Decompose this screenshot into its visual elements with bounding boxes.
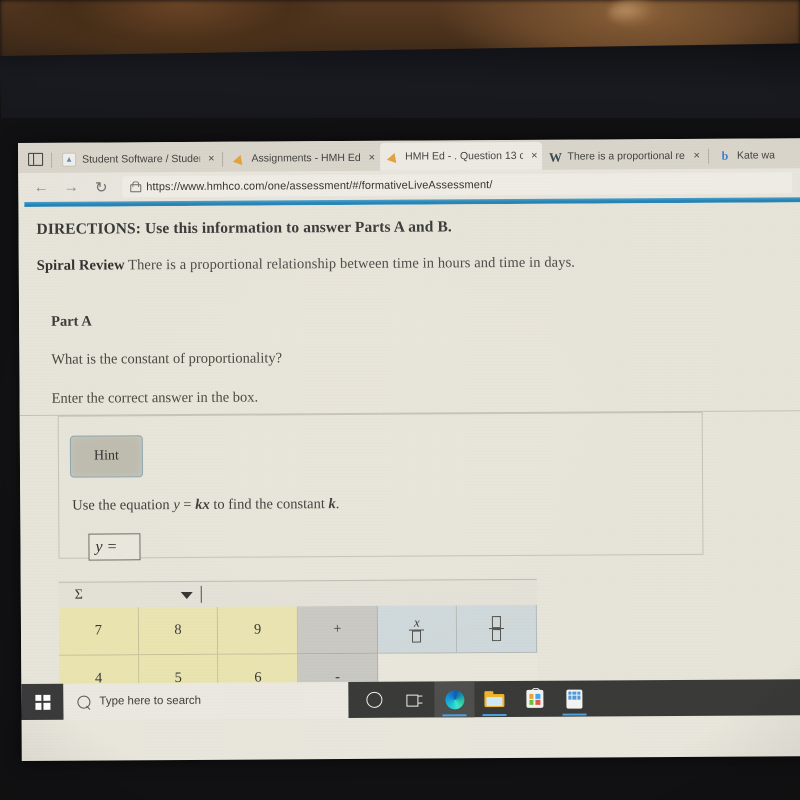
hint-text-end: . [335,496,340,513]
key-7[interactable]: 7 [58,607,139,656]
tab-divider [222,151,224,167]
close-icon[interactable]: × [369,151,376,163]
browser-tab-2-title: Assignments - HMH Ed [251,151,361,165]
key-9[interactable]: 9 [218,606,299,655]
answer-input[interactable]: y = [88,533,141,561]
instruction-text: Enter the correct answer in the box. [51,389,259,407]
browser-tab-4[interactable]: W There is a proportional relatio × [542,143,705,170]
url-input[interactable]: https://www.hmhco.com/one/assessment/#/f… [122,172,793,198]
tab-divider [51,152,53,168]
taskbar-icons [348,679,800,718]
browser-tab-4-title: There is a proportional relatio [567,149,686,163]
hint-expr-kx: kx [195,496,210,513]
task-view-icon[interactable] [394,681,434,717]
key-fraction-box-over-box[interactable] [457,604,538,654]
browser-tab-1-title: Student Software / Student L [82,152,201,166]
spiral-review-text: Spiral Review There is a proportional re… [37,255,575,275]
text-cursor [200,585,202,603]
browser-tab-5-title: Kate wa [736,149,775,162]
brainly-icon: b [721,148,729,163]
keypad-toolbar: Σ [58,578,537,608]
document-icon: ▲ [62,152,77,167]
search-input[interactable]: Type here to search [63,681,349,720]
spiral-review-body: There is a proportional relationship bet… [124,254,576,274]
hint-var-k: k [328,496,336,513]
hint-equals: = [179,496,196,514]
hint-text-mid: to find the constant [209,496,329,513]
wordpress-icon: W [548,149,563,165]
lock-icon [130,181,139,192]
windows-start-icon[interactable] [21,683,64,720]
search-icon [74,692,94,711]
key-plus[interactable]: + [297,605,378,655]
browser-tab-2[interactable]: Assignments - HMH Ed × [226,145,380,172]
hint-text-pre: Use the equation [72,497,174,514]
spiral-review-label: Spiral Review [36,257,125,274]
tab-overview-icon[interactable] [22,147,48,171]
fraction-denominator-placeholder [412,630,422,643]
laptop-screen: ▲ Student Software / Student L × Assignm… [18,138,800,761]
key-8[interactable]: 8 [138,606,219,656]
directions-text: DIRECTIONS: Use this information to answ… [36,218,452,238]
tab-divider [707,148,710,164]
close-icon[interactable]: × [531,149,538,161]
part-a-label: Part A [51,313,92,330]
sigma-icon[interactable]: Σ [59,587,99,603]
hmh-icon [233,152,246,165]
close-icon[interactable]: × [208,152,215,164]
back-icon[interactable]: ← [26,174,56,200]
browser-tab-strip: ▲ Student Software / Student L × Assignm… [18,138,800,173]
edge-icon[interactable] [434,681,475,718]
question-text: What is the constant of proportionality? [51,350,283,368]
chevron-down-icon[interactable] [180,591,193,600]
url-text: https://www.hmhco.com/one/assessment/#/f… [146,178,493,193]
answer-region [57,411,704,559]
cortana-icon[interactable] [354,682,394,718]
browser-tab-3-active[interactable]: HMH Ed - . Question 13 of 14 × [380,141,543,171]
calculator-icon[interactable] [554,680,594,716]
search-placeholder: Type here to search [99,694,202,708]
fraction-denominator-placeholder [492,629,502,642]
browser-tab-1[interactable]: ▲ Student Software / Student L × [55,146,220,173]
reload-icon[interactable]: ↻ [86,174,116,200]
background-object [608,0,660,26]
key-fraction-x-over-box[interactable]: x [377,605,458,654]
microsoft-store-icon[interactable] [514,681,554,717]
browser-tab-3-title: HMH Ed - . Question 13 of 14 [405,149,524,163]
browser-address-bar: ← → ↻ https://www.hmhco.com/one/assessme… [18,168,800,202]
windows-taskbar: Type here to search [21,679,800,720]
photo-of-laptop-screen: ▲ Student Software / Student L × Assignm… [0,0,800,800]
hmh-icon [386,150,400,163]
assessment-page: DIRECTIONS: Use this information to answ… [18,202,800,720]
close-icon[interactable]: × [693,149,700,161]
forward-icon[interactable]: → [56,174,86,200]
fraction-numerator-placeholder [492,616,502,629]
browser-tab-5[interactable]: b Kate wa [712,142,780,168]
hint-button[interactable]: Hint [69,435,144,478]
hint-equation-text: Use the equation y = kx to find the cons… [72,496,339,515]
fraction-numerator: x [413,614,420,630]
file-explorer-icon[interactable] [474,681,514,717]
